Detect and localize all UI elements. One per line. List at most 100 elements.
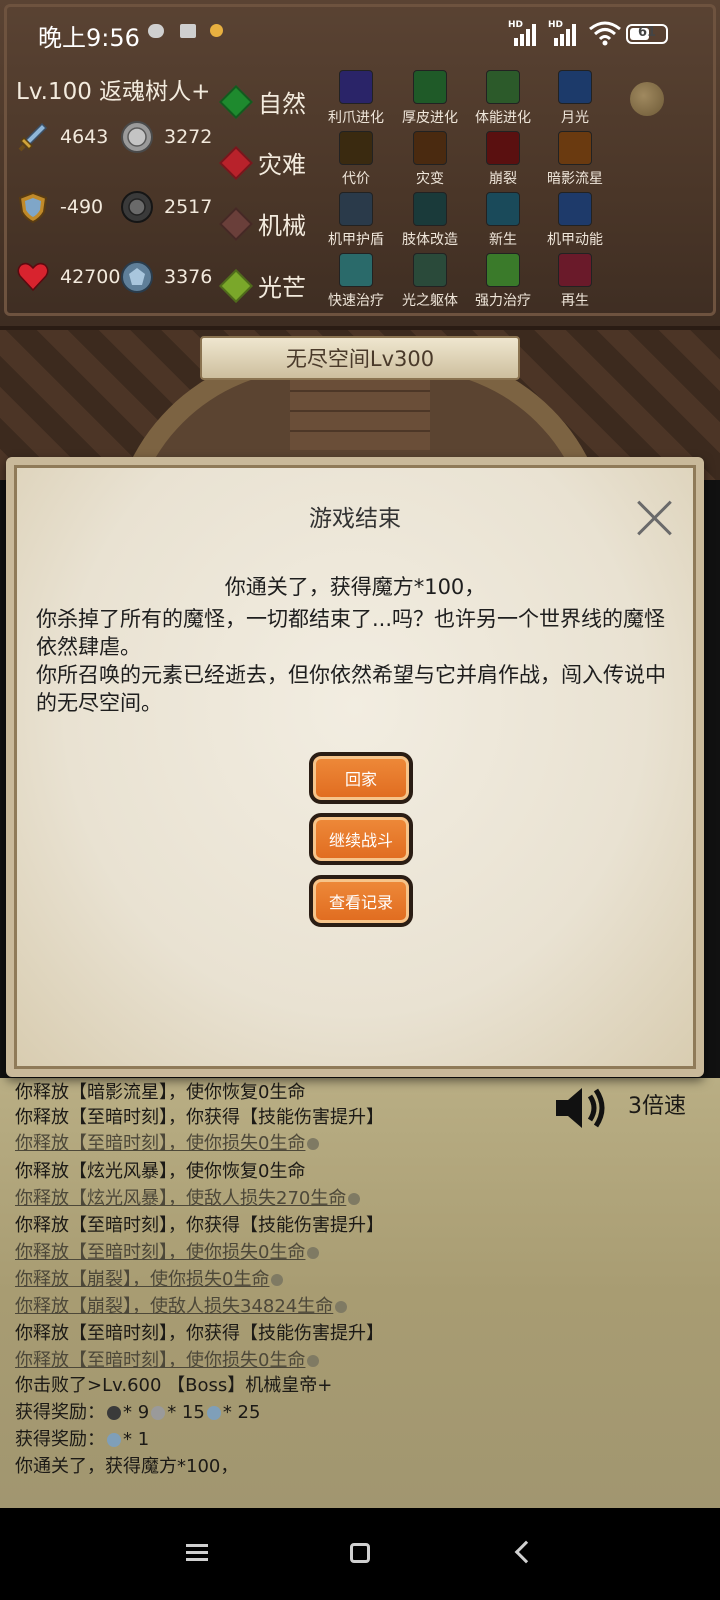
status-dot-icon [271, 1274, 284, 1286]
coin-icon[interactable] [630, 82, 664, 116]
dark-currency-value: 2517 [164, 196, 213, 218]
skill-claw-evolution[interactable]: 利爪进化 [316, 70, 396, 127]
red-gem-icon [219, 145, 253, 180]
element-disaster[interactable]: 灾难 [219, 145, 306, 180]
skill-moonlight[interactable]: 月光 [535, 70, 615, 127]
system-status-bar: 晚上9:56 HD HD 61 [0, 0, 720, 66]
shadow-meteor-icon [558, 131, 592, 165]
element-nature[interactable]: 自然 [219, 84, 306, 119]
skill-shadow-meteor[interactable]: 暗影流星 [535, 131, 615, 188]
crystal-currency-stat: 3376 [120, 260, 212, 294]
log-line: 你通关了，获得魔方*100， [15, 1456, 239, 1477]
clock: 晚上9:56 [38, 24, 140, 52]
home-button[interactable]: 回家 [309, 752, 413, 804]
speed-toggle[interactable]: 3倍速 [628, 1088, 686, 1120]
regeneration-icon [558, 253, 592, 287]
arena-wall [290, 370, 430, 450]
defense-stat: -490 [16, 190, 103, 224]
dark-currency-stat: 2517 [120, 190, 212, 224]
element-light[interactable]: 光芒 [219, 268, 306, 303]
status-dot-icon [335, 1301, 348, 1313]
mech-kinetic-icon [558, 192, 592, 226]
battle-log: 你释放【暗影流星】，使你恢复0生命 你释放【至暗时刻】，你获得【技能伤害提升】 … [0, 1078, 720, 1508]
log-line: 你释放【至暗时刻】，你获得【技能伤害提升】 [15, 1215, 384, 1236]
signal-2-icon [554, 22, 576, 46]
menu-icon[interactable] [186, 1544, 208, 1562]
thick-skin-evolution-icon [413, 70, 447, 104]
skill-strong-heal[interactable]: 强力治疗 [463, 253, 543, 310]
skill-quick-heal[interactable]: 快速治疗 [316, 253, 396, 310]
dark-coin-icon [121, 191, 153, 223]
log-line: 你击败了>Lv.600 【Boss】机械皇帝+ [15, 1375, 333, 1396]
element-label: 自然 [258, 90, 306, 118]
system-navigation-bar [0, 1508, 720, 1600]
view-records-button[interactable]: 查看记录 [309, 875, 413, 927]
hero-status-panel: 晚上9:56 HD HD 61 Lv.100 返魂树人+ 4643 3272 -… [0, 0, 720, 330]
shield-icon [18, 191, 48, 224]
attack-value: 4643 [60, 126, 109, 148]
crystal-icon [121, 261, 153, 293]
speaker-icon[interactable] [552, 1082, 608, 1134]
dialog-paragraph: 你所召唤的元素已经逝去，但你依然希望与它并肩作战，闯入传说中的无尽空间。 [36, 663, 666, 715]
continue-battle-button[interactable]: 继续战斗 [309, 813, 413, 865]
health-stat: 42700 [16, 260, 120, 294]
close-icon[interactable] [634, 497, 676, 539]
quick-heal-icon [339, 253, 373, 287]
limb-modification-icon [413, 192, 447, 226]
attack-stat: 4643 [16, 120, 108, 154]
silver-currency-value: 3272 [164, 126, 213, 148]
log-line: 你释放【至暗时刻】，使你损失0生命 [15, 1346, 320, 1372]
battery-icon: 61 [626, 24, 668, 44]
silver-coin-icon [121, 121, 153, 153]
skill-rebirth[interactable]: 新生 [463, 192, 543, 249]
back-icon[interactable] [514, 1540, 538, 1564]
light-body-icon [413, 253, 447, 287]
element-label: 灾难 [258, 151, 306, 179]
reward-line: 获得奖励： * 9 * 15 * 25 [15, 1402, 261, 1423]
element-machine[interactable]: 机械 [219, 206, 306, 241]
skill-regeneration[interactable]: 再生 [535, 253, 615, 310]
cost-icon [339, 131, 373, 165]
skill-mech-shield[interactable]: 机甲护盾 [316, 192, 396, 249]
log-line: 你释放【炫光风暴】，使敌人损失270生命 [15, 1184, 361, 1210]
element-label: 光芒 [258, 274, 306, 302]
log-line: 你释放【至暗时刻】，使你损失0生命 [15, 1129, 320, 1155]
skill-mech-kinetic[interactable]: 机甲动能 [535, 192, 615, 249]
crystal-icon [206, 1406, 221, 1420]
claw-evolution-icon [339, 70, 373, 104]
wifi-icon [589, 21, 621, 46]
catastrophe-icon [413, 131, 447, 165]
level-banner: 无尽空间Lv300 [200, 336, 520, 380]
home-icon[interactable] [350, 1543, 370, 1563]
lime-gem-icon [219, 268, 253, 303]
skill-light-body[interactable]: 光之躯体 [390, 253, 470, 310]
signal-1-icon [514, 22, 536, 46]
skill-stamina-evolution[interactable]: 体能进化 [463, 70, 543, 127]
skill-thick-skin-evolution[interactable]: 厚皮进化 [390, 70, 470, 127]
rebirth-icon [486, 192, 520, 226]
log-line: 你释放【至暗时刻】，你获得【技能伤害提升】 [15, 1107, 384, 1128]
dark-coin-icon [107, 1406, 121, 1420]
health-value: 42700 [60, 266, 121, 288]
skill-cost[interactable]: 代价 [316, 131, 396, 188]
silver-currency-stat: 3272 [120, 120, 212, 154]
skill-catastrophe[interactable]: 灾变 [390, 131, 470, 188]
hero-title: Lv.100 返魂树人+ [16, 79, 211, 105]
crystal-currency-value: 3376 [164, 266, 213, 288]
crystal-icon [107, 1433, 121, 1447]
app-notification-icon [210, 24, 223, 37]
skill-limb-modification[interactable]: 肢体改造 [390, 192, 470, 249]
skill-collapse[interactable]: 崩裂 [463, 131, 543, 188]
log-line: 你释放【崩裂】，使敌人损失34824生命 [15, 1292, 348, 1318]
defense-value: -490 [60, 196, 104, 218]
game-over-dialog: 游戏结束 你通关了，获得魔方*100， 你杀掉了所有的魔怪，一切都结束了...吗… [6, 457, 704, 1077]
element-label: 机械 [258, 212, 306, 240]
log-line: 你释放【炫光风暴】，使你恢复0生命 [15, 1161, 306, 1182]
log-line: 你释放【暗影流星】，使你恢复0生命 [15, 1082, 306, 1103]
dialog-body: 你杀掉了所有的魔怪，一切都结束了...吗？也许另一个世界线的魔怪依然肆虐。 你所… [36, 605, 674, 717]
green-gem-icon [219, 84, 253, 119]
message-notification-icon [180, 24, 196, 38]
status-dot-icon [307, 1138, 320, 1150]
mech-shield-icon [339, 192, 373, 226]
chat-notification-icon [148, 24, 164, 38]
